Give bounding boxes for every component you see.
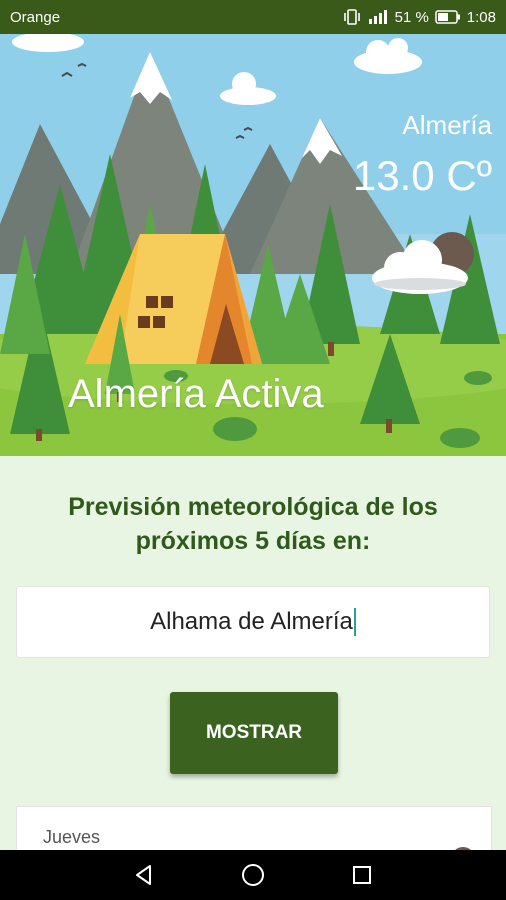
cloud-sun-icon xyxy=(372,232,474,294)
day-label: Jueves xyxy=(43,827,101,847)
show-button[interactable]: MOSTRAR xyxy=(170,692,338,774)
carrier-label: Orange xyxy=(10,8,61,26)
location-input[interactable]: Alhama de Almería xyxy=(16,586,490,658)
status-bar: Orange 51 % 1:08 xyxy=(0,0,506,34)
forecast-heading-line2: próximos 5 días en: xyxy=(135,527,371,555)
header-illustration: Almería 13.0 Cº Almería Activa xyxy=(0,34,506,456)
recents-icon[interactable] xyxy=(347,860,377,890)
battery-percent: 51 % xyxy=(394,8,429,26)
status-icons: 51 % 1:08 xyxy=(343,9,496,26)
back-icon[interactable] xyxy=(129,860,159,890)
navigation-bar xyxy=(0,850,506,900)
vibrate-icon xyxy=(343,9,360,25)
city-label: Almería xyxy=(402,110,492,140)
location-input-value: Alhama de Almería xyxy=(150,608,353,635)
forecast-heading-line1: Previsión meteorológica de los xyxy=(68,493,438,521)
clock: 1:08 xyxy=(466,8,496,26)
app-title: Almería Activa xyxy=(68,372,324,416)
battery-icon xyxy=(435,10,460,24)
text-cursor xyxy=(353,608,356,636)
temperature: 13.0 Cº xyxy=(352,152,492,199)
signal-icon xyxy=(368,10,387,24)
home-icon[interactable] xyxy=(238,860,268,890)
forecast-heading: Previsión meteorológica de los próximos … xyxy=(0,490,506,558)
